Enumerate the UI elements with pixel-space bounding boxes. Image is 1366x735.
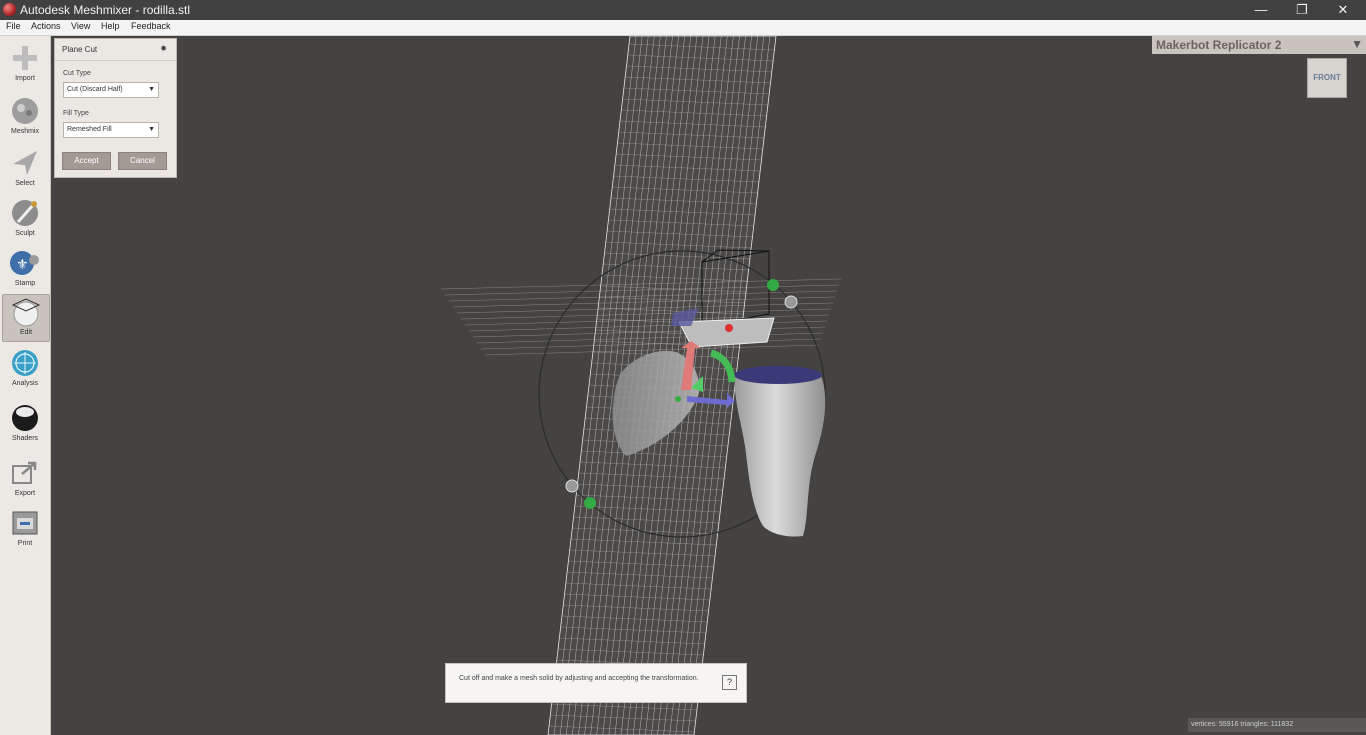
shaders-icon [12,405,38,431]
tool-analysis[interactable]: Analysis [2,346,48,392]
dropdown-arrow-icon: ▼ [148,86,155,93]
export-icon [12,461,37,484]
cancel-button[interactable]: Cancel [118,152,167,170]
sculpt-icon [12,200,38,226]
tool-label: Stamp [14,280,36,287]
view-cube[interactable]: FRONT [1307,58,1347,98]
print-icon [12,511,38,535]
tool-sculpt[interactable]: Sculpt [2,196,48,242]
tool-meshmix[interactable]: Meshmix [2,94,48,140]
tool-label: Import [15,75,35,82]
cut-type-label: Cut Type [63,70,91,77]
minimize-button[interactable]: — [1240,0,1282,20]
tool-label: Analysis [11,380,39,387]
import-icon [13,46,37,70]
edit-icon [11,298,41,327]
tool-label: Sculpt [15,230,35,237]
menu-feedback[interactable]: Feedback [131,21,171,31]
mesh-stats: vertices: 55916 triangles: 111832 [1188,718,1366,732]
panel-title: Plane Cut [62,45,98,54]
tool-select[interactable]: Select [2,146,48,192]
panel-divider [55,60,176,61]
plane-center-handle[interactable] [725,324,733,332]
fill-type-value: Remeshed Fill [67,126,112,133]
tool-export[interactable]: Export [2,456,48,502]
grey-ball-handle[interactable] [784,295,798,309]
window-title: Autodesk Meshmixer - rodilla.stl [20,3,191,17]
pivot-dot [675,396,681,402]
stamp-icon: ⚜ [10,251,39,275]
accept-button[interactable]: Accept [62,152,111,170]
left-toolbar: Import Meshmix Select Sculpt ⚜ Stamp Edi… [0,36,51,735]
tool-label: Edit [19,329,33,336]
gear-icon[interactable]: ✹ [160,44,167,53]
tool-label: Shaders [11,435,39,442]
fill-type-label: Fill Type [63,110,89,117]
green-ball-handle-2[interactable] [584,497,596,509]
hint-text: Cut off and make a mesh solid by adjusti… [459,675,699,682]
tool-import[interactable]: Import [2,41,48,87]
tool-label: Export [14,490,36,497]
menu-file[interactable]: File [6,21,21,31]
select-icon [13,151,37,175]
chevron-down-icon: ▼ [1351,37,1363,51]
printer-selector[interactable]: Makerbot Replicator 2 ▼ [1152,36,1366,54]
meshmixer-logo-icon [3,3,16,16]
printer-name: Makerbot Replicator 2 [1156,38,1282,52]
help-button[interactable]: ? [722,675,737,690]
plane-cut-panel: Plane Cut ✹ Cut Type Cut (Discard Half) … [54,38,177,178]
title-bar: Autodesk Meshmixer - rodilla.stl — ❐ ✕ [0,0,1366,20]
tool-edit[interactable]: Edit [2,294,50,342]
cut-type-value: Cut (Discard Half) [67,86,123,93]
tool-label: Meshmix [10,128,39,135]
tool-print[interactable]: Print [2,506,48,552]
tool-shaders[interactable]: Shaders [2,401,48,447]
tool-label: Select [15,180,35,187]
menu-view[interactable]: View [71,21,90,31]
grey-ball-handle-2[interactable] [565,479,579,493]
fill-type-select[interactable]: Remeshed Fill ▼ [63,122,159,138]
menu-actions[interactable]: Actions [31,21,61,31]
green-ball-handle[interactable] [767,279,779,291]
tool-stamp[interactable]: ⚜ Stamp [2,246,48,292]
cut-fill-cap [734,366,822,384]
knee-mesh[interactable] [734,367,826,537]
analysis-icon [12,350,38,376]
svg-text:⚜: ⚜ [16,257,29,273]
meshmix-icon [12,98,38,124]
menu-help[interactable]: Help [101,21,120,31]
menu-bar: File Actions View Help Feedback [0,20,1366,36]
dropdown-arrow-icon: ▼ [148,126,155,133]
tool-label: Print [17,540,33,547]
tool-hint-box: Cut off and make a mesh solid by adjusti… [445,663,747,703]
view-cube-face: FRONT [1313,73,1341,82]
restore-button[interactable]: ❐ [1281,0,1323,20]
3d-viewport[interactable] [51,36,1366,735]
close-button[interactable]: ✕ [1322,0,1364,20]
cut-type-select[interactable]: Cut (Discard Half) ▼ [63,82,159,98]
